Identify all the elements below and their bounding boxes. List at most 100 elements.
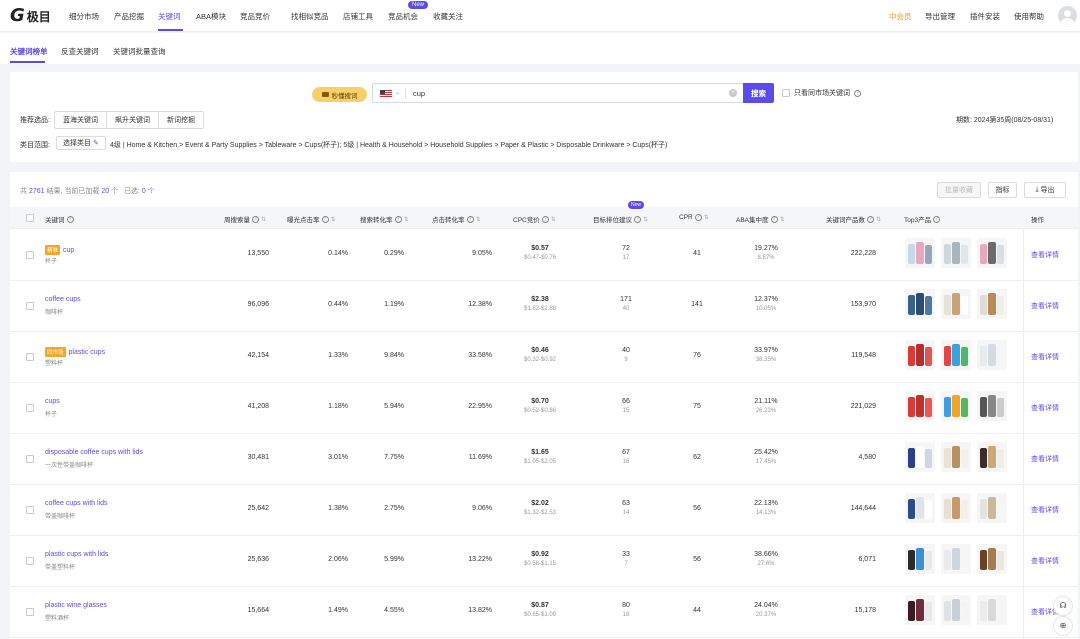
- keyword-link[interactable]: coffee cups: [45, 296, 81, 303]
- th-ctr[interactable]: 曝光点击率? ⇅: [287, 214, 336, 224]
- view-detail-link[interactable]: 查看详情: [1031, 454, 1059, 464]
- nav-export-mgmt[interactable]: 导出管理: [925, 11, 955, 22]
- chip-new-words[interactable]: 新词挖掘: [159, 112, 203, 128]
- nav-aba[interactable]: ABA模块: [196, 11, 226, 22]
- th-keyword[interactable]: 关键词?: [45, 214, 74, 224]
- row-checkbox[interactable]: [26, 302, 34, 310]
- product-thumbnail[interactable]: [905, 238, 935, 268]
- nav-similar[interactable]: 找相似竞品: [291, 11, 329, 22]
- keyword-link[interactable]: 精准 cup: [45, 245, 74, 255]
- product-thumbnail[interactable]: [905, 442, 935, 472]
- product-thumbnail[interactable]: [977, 493, 1007, 523]
- row-checkbox[interactable]: [26, 608, 34, 616]
- nav-segment-market[interactable]: 细分市场: [69, 11, 99, 22]
- help-icon[interactable]: ?: [634, 215, 641, 223]
- help-icon[interactable]: ?: [867, 215, 874, 223]
- view-detail-link[interactable]: 查看详情: [1031, 403, 1059, 413]
- product-thumbnail[interactable]: [977, 391, 1007, 421]
- nav-store-tools[interactable]: 店铺工具: [343, 11, 373, 22]
- view-detail-link[interactable]: 查看详情: [1031, 301, 1059, 311]
- nav-vip[interactable]: 中会员: [889, 11, 912, 22]
- tab-keyword-ranking[interactable]: 关键词榜单: [10, 46, 48, 57]
- help-icon[interactable]: ?: [321, 215, 329, 223]
- product-thumbnail[interactable]: [905, 340, 935, 370]
- sort-icon[interactable]: ⇅: [704, 214, 709, 221]
- view-detail-link[interactable]: 查看详情: [1031, 352, 1059, 362]
- th-search-conversion[interactable]: 搜索转化率? ⇅: [360, 214, 409, 224]
- help-icon[interactable]: ?: [854, 89, 861, 97]
- nav-favorites[interactable]: 收藏关注: [433, 11, 463, 22]
- chevron-down-icon[interactable]: ⌄: [395, 89, 400, 96]
- product-thumbnail[interactable]: [977, 238, 1007, 268]
- image-search-button[interactable]: 秒懂搜词: [312, 87, 367, 102]
- product-thumbnail[interactable]: [905, 595, 935, 625]
- keyword-link[interactable]: 同市场 plastic cups: [45, 347, 105, 357]
- clear-icon[interactable]: ×: [729, 89, 737, 97]
- product-thumbnail[interactable]: [977, 289, 1007, 319]
- row-checkbox[interactable]: [26, 251, 34, 259]
- chip-blue-ocean[interactable]: 蓝海关键词: [55, 112, 107, 128]
- help-icon[interactable]: ?: [770, 215, 778, 223]
- help-icon[interactable]: ?: [541, 215, 549, 223]
- product-thumbnail[interactable]: [941, 289, 971, 319]
- row-checkbox[interactable]: [26, 353, 34, 361]
- select-category-button[interactable]: 选择类目 ✎: [56, 136, 106, 150]
- nav-keywords[interactable]: 关键词: [158, 11, 181, 22]
- nav-product-mining[interactable]: 产品挖掘: [114, 11, 144, 22]
- product-thumbnail[interactable]: [941, 544, 971, 574]
- avatar[interactable]: [1058, 6, 1077, 25]
- keyword-link[interactable]: plastic cups with lids: [45, 551, 108, 558]
- help-icon[interactable]: ?: [466, 215, 474, 223]
- help-icon[interactable]: ?: [394, 215, 402, 223]
- same-market-checkbox[interactable]: [782, 89, 790, 97]
- tab-reverse-keyword[interactable]: 反查关键词: [61, 46, 99, 57]
- tab-batch-query[interactable]: 关键词批量查询: [113, 46, 166, 57]
- keyword-link[interactable]: cups: [45, 398, 60, 405]
- export-button[interactable]: ⤓ 导出: [1024, 182, 1066, 198]
- help-icon[interactable]: ?: [252, 215, 259, 223]
- nav-competitor-bid[interactable]: 竞品竞价: [240, 11, 270, 22]
- th-cpc[interactable]: CPC竞价? ⇅: [513, 214, 556, 224]
- th-product-count[interactable]: 关键词产品数? ⇅: [826, 214, 881, 224]
- help-icon[interactable]: ?: [694, 214, 702, 221]
- help-icon[interactable]: ?: [66, 215, 74, 223]
- row-checkbox[interactable]: [26, 557, 34, 565]
- view-detail-link[interactable]: 查看详情: [1031, 250, 1059, 260]
- sort-icon[interactable]: ⇅: [331, 216, 336, 223]
- row-checkbox[interactable]: [26, 506, 34, 514]
- product-thumbnail[interactable]: [905, 289, 935, 319]
- th-target-rank[interactable]: 目标排位建议? ⇅: [593, 214, 648, 224]
- keyword-link[interactable]: coffee cups with lids: [45, 500, 108, 507]
- product-thumbnail[interactable]: [941, 340, 971, 370]
- product-thumbnail[interactable]: [977, 442, 1007, 472]
- select-all-checkbox[interactable]: [26, 214, 34, 222]
- th-weekly-search[interactable]: 周搜索量? ⇅: [224, 214, 266, 224]
- sort-icon[interactable]: ⇅: [261, 216, 266, 223]
- search-input[interactable]: cup: [413, 89, 425, 98]
- globe-icon[interactable]: ⊕: [1053, 616, 1073, 636]
- row-checkbox[interactable]: [26, 455, 34, 463]
- th-click-conversion[interactable]: 点击转化率? ⇅: [432, 214, 481, 224]
- product-thumbnail[interactable]: [977, 544, 1007, 574]
- headset-icon[interactable]: ☊: [1053, 596, 1073, 616]
- sort-icon[interactable]: ⇅: [780, 216, 785, 223]
- product-thumbnail[interactable]: [905, 493, 935, 523]
- product-thumbnail[interactable]: [941, 442, 971, 472]
- product-thumbnail[interactable]: [905, 544, 935, 574]
- view-detail-link[interactable]: 查看详情: [1031, 556, 1059, 566]
- keyword-link[interactable]: disposable coffee cups with lids: [45, 449, 143, 456]
- view-detail-link[interactable]: 查看详情: [1031, 505, 1059, 515]
- nav-opportunity[interactable]: 竞品机会: [388, 11, 418, 22]
- chip-rising[interactable]: 飙升关键词: [107, 112, 159, 128]
- product-thumbnail[interactable]: [941, 595, 971, 625]
- product-thumbnail[interactable]: [977, 340, 1007, 370]
- batch-favorite-button[interactable]: 批量收藏: [937, 182, 981, 198]
- keyword-link[interactable]: plastic wine glasses: [45, 602, 107, 609]
- sort-icon[interactable]: ⇅: [643, 216, 648, 223]
- us-flag-icon[interactable]: [380, 90, 392, 98]
- product-thumbnail[interactable]: [941, 391, 971, 421]
- nav-help[interactable]: 使用帮助: [1014, 11, 1044, 22]
- row-checkbox[interactable]: [26, 404, 34, 412]
- sort-icon[interactable]: ⇅: [476, 216, 481, 223]
- product-thumbnail[interactable]: [977, 595, 1007, 625]
